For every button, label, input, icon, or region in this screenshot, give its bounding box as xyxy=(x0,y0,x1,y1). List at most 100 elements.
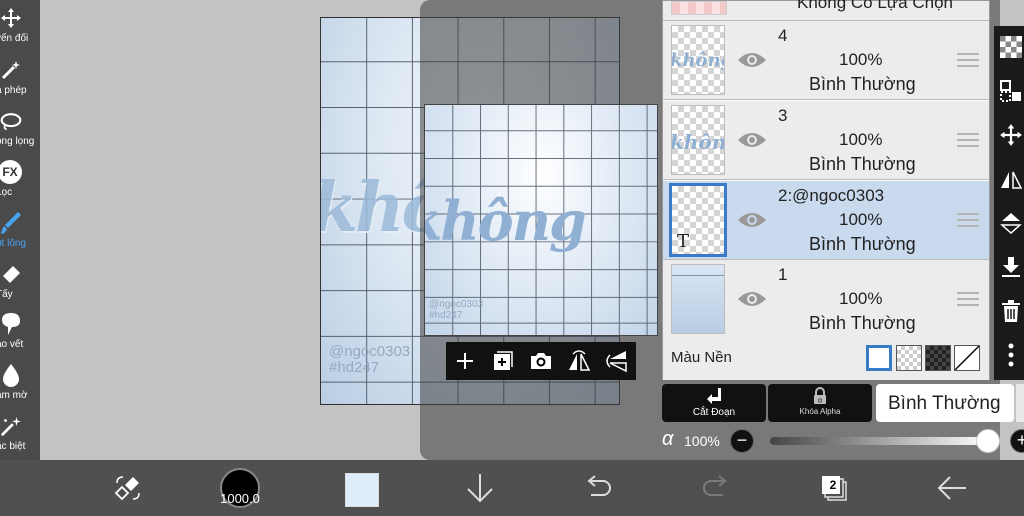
drag-handle-icon[interactable] xyxy=(957,213,979,229)
color-picker-button[interactable] xyxy=(345,473,379,507)
opacity-increase-button[interactable]: + xyxy=(1010,429,1024,453)
layer-actions-bar xyxy=(446,342,636,380)
clipping-arrow-icon xyxy=(707,388,721,404)
thumbnail-script: không xyxy=(671,50,724,71)
layers-panel: Không Có Lựa Chọn không 4 100% Bình Thườ… xyxy=(662,0,990,380)
arrow-down-icon xyxy=(467,474,493,503)
layer-select-icon xyxy=(1000,80,1021,102)
watermark-line: #hd247 xyxy=(329,359,380,376)
bg-white-swatch[interactable] xyxy=(866,345,892,371)
tool-brush[interactable]: út lông xyxy=(0,205,40,255)
drag-handle-icon[interactable] xyxy=(957,53,979,69)
undo-icon xyxy=(587,475,611,496)
camera-icon xyxy=(531,353,551,369)
tool-special-brush[interactable]: ặc biệt xyxy=(0,408,40,458)
fx-filter-icon: FX xyxy=(0,158,22,186)
plus-icon xyxy=(457,353,473,369)
selection-layer-label: Không Có Lựa Chọn xyxy=(797,0,953,12)
redo-button[interactable] xyxy=(696,470,736,506)
watermark-line: @ngoc0303 xyxy=(429,299,484,310)
left-toolbar: yển đổi a phép ong lọng FX Lọc út lông T… xyxy=(0,0,40,502)
visibility-eye-icon[interactable] xyxy=(737,49,767,71)
layer-name: 4 xyxy=(778,26,788,45)
merge-down-icon xyxy=(1002,257,1020,277)
flip-horizontal-icon xyxy=(1001,171,1023,189)
camera-button[interactable] xyxy=(526,346,556,376)
move-layer-button[interactable] xyxy=(998,122,1024,148)
move-icon xyxy=(1000,124,1022,146)
visibility-eye-icon[interactable] xyxy=(737,288,767,310)
opacity-value: 100% xyxy=(684,433,720,449)
back-button[interactable] xyxy=(932,470,972,506)
layer-row[interactable]: không 3 100% Bình Thường xyxy=(663,101,989,180)
bg-light-checker-swatch[interactable] xyxy=(896,345,922,371)
flip-horizontal-button[interactable] xyxy=(564,346,594,376)
checker-icon xyxy=(1000,36,1022,58)
opacity-slider-knob[interactable] xyxy=(976,429,1000,453)
background-thumbnail xyxy=(672,265,724,333)
text-layer-icon: T xyxy=(677,231,690,252)
tool-smudge[interactable]: ạo vết xyxy=(0,306,40,356)
tool-lasso[interactable]: ong lọng xyxy=(0,103,40,153)
layer-row-selection[interactable]: Không Có Lựa Chọn xyxy=(663,0,989,21)
preview-script-text: không xyxy=(425,189,587,253)
alpha-symbol: α xyxy=(662,428,674,450)
bg-dark-checker-swatch[interactable] xyxy=(925,345,951,371)
visibility-eye-icon[interactable] xyxy=(737,209,767,231)
drag-handle-icon[interactable] xyxy=(957,133,979,149)
alpha-lock-label: Khóa Alpha xyxy=(799,407,841,416)
layer-row[interactable]: 1 100% Bình Thường xyxy=(663,260,989,339)
add-layer-button[interactable] xyxy=(450,346,480,376)
tool-label: ong lọng xyxy=(0,136,35,147)
eraser-icon xyxy=(0,260,22,288)
watermark-line: @ngoc0303 xyxy=(329,343,411,360)
flip-layer-horizontal-button[interactable] xyxy=(998,166,1024,192)
bg-none-swatch[interactable] xyxy=(954,345,980,371)
layer-row-selected[interactable]: T 2:@ngoc0303 100% Bình Thường xyxy=(663,181,989,260)
preview-watermark: @ngoc0303 #hd247 xyxy=(429,299,483,321)
tool-eraser[interactable]: Tẩy xyxy=(0,256,40,306)
delete-layer-button[interactable] xyxy=(998,298,1024,324)
brush-icon xyxy=(0,209,22,237)
arrow-left-icon xyxy=(937,476,966,500)
tool-label: a phép xyxy=(0,85,27,96)
lasso-icon xyxy=(0,107,22,135)
checker-pattern-button[interactable] xyxy=(998,34,1024,60)
layer-row[interactable]: không 4 100% Bình Thường xyxy=(663,21,989,100)
brush-settings-button[interactable] xyxy=(108,470,148,506)
layer-thumbnail xyxy=(671,264,725,334)
flip-vertical-icon xyxy=(1000,213,1022,235)
layer-opacity: 100% xyxy=(839,289,883,308)
move-icon xyxy=(0,4,22,32)
tool-blur[interactable]: àm mờ xyxy=(0,357,40,407)
opacity-decrease-button[interactable]: − xyxy=(730,429,754,453)
flip-vertical-button[interactable] xyxy=(602,346,632,376)
duplicate-layer-icon xyxy=(494,351,513,370)
smudge-icon xyxy=(0,310,22,338)
more-options-button[interactable] xyxy=(998,342,1024,368)
alpha-lock-button[interactable]: α Khóa Alpha xyxy=(768,384,872,422)
merge-down-button[interactable] xyxy=(998,254,1024,280)
drag-handle-icon[interactable] xyxy=(957,292,979,308)
layer-blend-mode: Bình Thường xyxy=(809,154,916,174)
tool-magic-wand[interactable]: a phép xyxy=(0,52,40,102)
duplicate-layer-button[interactable] xyxy=(488,346,518,376)
visibility-eye-icon[interactable] xyxy=(737,129,767,151)
flip-layer-vertical-button[interactable] xyxy=(998,210,1024,236)
blend-mode-select[interactable]: Bình Thường xyxy=(876,384,1014,422)
tool-filter[interactable]: FX Lọc xyxy=(0,154,40,204)
clipping-button[interactable]: Cắt Đoạn xyxy=(662,384,766,422)
opacity-slider[interactable] xyxy=(770,437,990,445)
right-toolbar xyxy=(994,26,1024,380)
watermark-line: #hd247 xyxy=(429,310,463,321)
flip-vertical-icon xyxy=(606,351,627,373)
undo-button[interactable] xyxy=(578,470,618,506)
blur-drop-icon xyxy=(0,361,22,389)
more-vertical-icon xyxy=(1008,343,1014,367)
layer-thumbnail xyxy=(671,1,727,15)
layer-count-badge: 2 xyxy=(829,478,837,492)
layer-opacity-row: α 100% − + xyxy=(662,426,1024,456)
download-button[interactable] xyxy=(460,470,500,506)
select-layer-button[interactable] xyxy=(998,78,1024,104)
tool-transform[interactable]: yển đổi xyxy=(0,0,40,50)
